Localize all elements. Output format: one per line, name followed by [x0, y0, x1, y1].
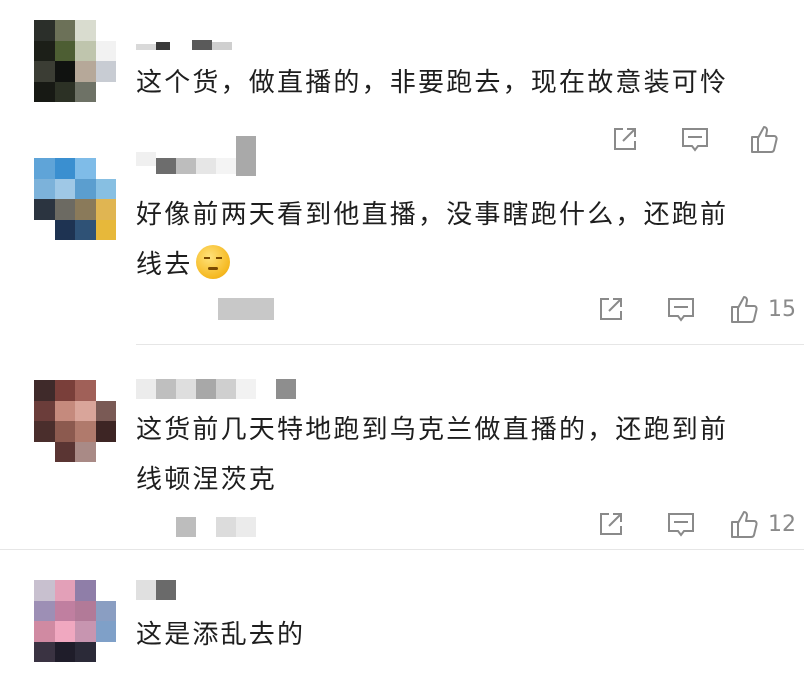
username-mosaic[interactable] — [136, 580, 176, 604]
comment-icon — [668, 298, 694, 322]
comment-text: 这是添乱去的 — [136, 620, 306, 650]
comment-text: 这个货，做直播的，非要跑去，现在故意装可怜 — [136, 68, 729, 98]
comment-reply-button[interactable] — [666, 294, 728, 324]
timestamp-mosaic — [218, 298, 274, 322]
share-button[interactable] — [596, 509, 666, 539]
thumbs-up-icon — [731, 296, 758, 323]
username-mosaic[interactable] — [136, 136, 256, 176]
like-count: 15 — [768, 296, 796, 322]
comment-actions: 12 — [596, 507, 804, 541]
comment-reply-button[interactable] — [666, 509, 728, 539]
like-button[interactable]: 12 — [728, 508, 804, 540]
like-button[interactable]: 15 — [728, 293, 804, 325]
share-button[interactable] — [596, 294, 666, 324]
comment-text: 这货前几天特地跑到乌克兰做直播的，还跑到前 线顿涅茨克 — [136, 415, 729, 495]
avatar[interactable] — [34, 20, 116, 102]
share-icon — [600, 298, 622, 320]
like-count: 12 — [768, 511, 796, 537]
comment-text: 好像前两天看到他直播，没事瞎跑什么，还跑前 线去 — [136, 200, 729, 280]
comment-item: 好像前两天看到他直播，没事瞎跑什么，还跑前 线去 15 — [0, 136, 804, 345]
comment-item: 这货前几天特地跑到乌克兰做直播的，还跑到前 线顿涅茨克 12 — [0, 345, 804, 549]
timestamp-mosaic — [176, 517, 256, 541]
shushing-emoji-icon — [196, 245, 231, 279]
share-icon — [600, 513, 622, 535]
username-mosaic[interactable] — [136, 379, 296, 403]
avatar[interactable] — [34, 158, 116, 240]
comment-item: 这个货，做直播的，非要跑去，现在故意装可怜 — [0, 0, 804, 160]
thumbs-up-icon — [731, 511, 758, 538]
avatar[interactable] — [34, 580, 116, 662]
comment-icon — [668, 513, 694, 537]
avatar[interactable] — [34, 380, 116, 462]
comment-item: 这是添乱去的 — [0, 550, 804, 680]
comment-actions: 15 — [596, 292, 804, 326]
